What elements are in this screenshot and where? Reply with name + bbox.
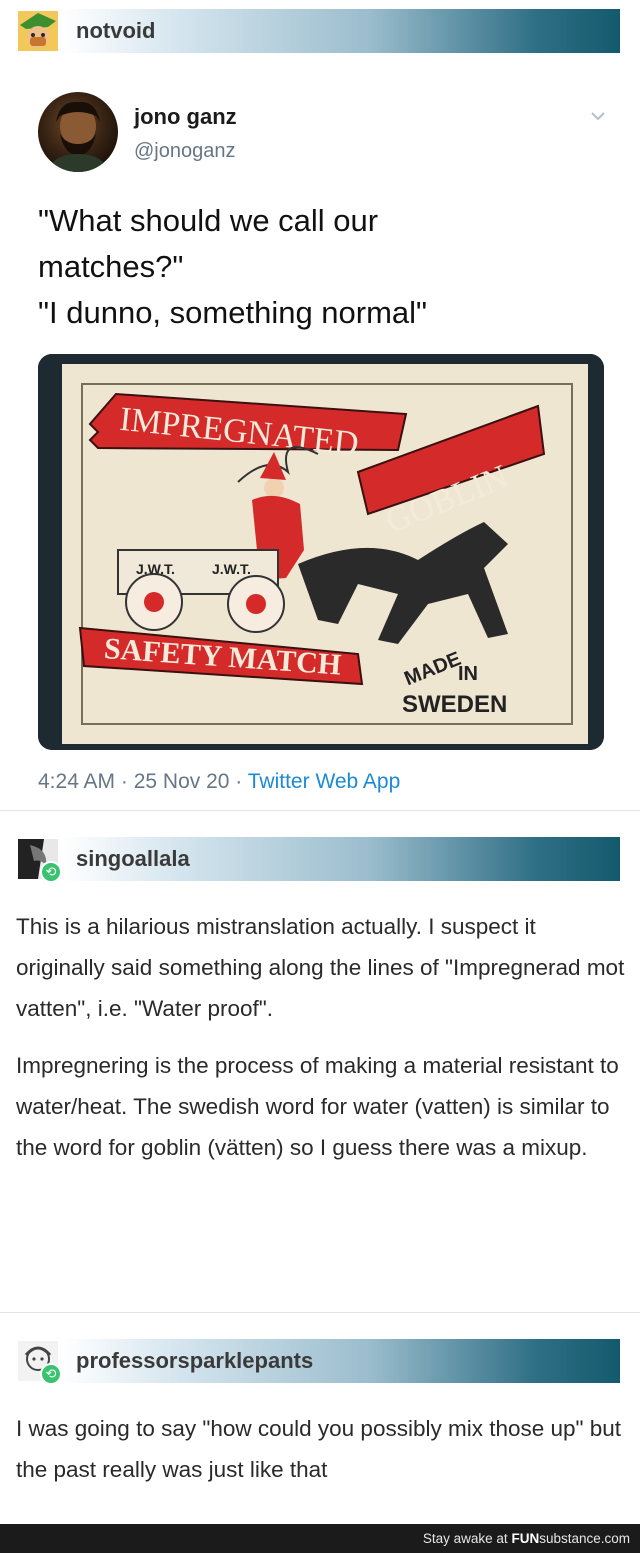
- post-username[interactable]: notvoid: [76, 18, 155, 44]
- reblog-icon: ⟲: [40, 861, 62, 883]
- reblog-body: This is a hilarious mistranslation actua…: [16, 906, 626, 1184]
- label-in: IN: [458, 663, 478, 685]
- meta-separator: ·: [115, 770, 134, 793]
- tweet-meta: 4:24 AM · 25 Nov 20 · Twitter Web App: [38, 770, 400, 794]
- meta-separator: ·: [229, 770, 248, 793]
- tweet-text-line: matches?": [38, 249, 184, 284]
- avatar[interactable]: [18, 11, 58, 51]
- tweet-source-app[interactable]: Twitter Web App: [248, 770, 401, 793]
- footer-brand: substance.com: [539, 1531, 630, 1546]
- portrait-avatar-icon: [48, 101, 108, 172]
- footer-prefix: Stay awake at: [422, 1531, 512, 1546]
- footer-watermark: Stay awake at FUNsubstance.com: [0, 1524, 640, 1553]
- reblog-paragraph: I was going to say "how could you possib…: [16, 1416, 622, 1482]
- divider: [0, 810, 640, 811]
- label-sweden: SWEDEN: [402, 691, 507, 718]
- matchbox-label-illustration: IMPREGNATED GOBLIN J.W.T. J.W.T. SAFETY …: [38, 354, 604, 750]
- cart-label-2: J.W.T.: [212, 561, 251, 577]
- chevron-down-icon[interactable]: [588, 106, 608, 126]
- tweet-author-name[interactable]: jono ganz: [134, 104, 237, 130]
- tweet-text-line: "What should we call our: [38, 203, 379, 238]
- tweet-text: "What should we call our matches?" "I du…: [38, 198, 598, 336]
- reblog-paragraph: This is a hilarious mistranslation actua…: [16, 914, 625, 1021]
- reblog-body: I was going to say "how could you possib…: [16, 1408, 626, 1506]
- post-header: notvoid: [18, 9, 620, 53]
- footer-brand-bold: FUN: [511, 1531, 540, 1546]
- reblog-username[interactable]: singoallala: [76, 846, 190, 872]
- reblog-icon: ⟲: [40, 1363, 62, 1385]
- tweet-image-matchbox-label[interactable]: IMPREGNATED GOBLIN J.W.T. J.W.T. SAFETY …: [38, 354, 604, 750]
- tweet-time[interactable]: 4:24 AM: [38, 770, 115, 793]
- tweet-text-line: "I dunno, something normal": [38, 295, 428, 330]
- tweet-author-handle[interactable]: @jonoganz: [134, 140, 235, 163]
- reblog-paragraph: Impregnering is the process of making a …: [16, 1053, 619, 1160]
- tweet-date[interactable]: 25 Nov 20: [134, 770, 230, 793]
- reblog-header: ⟲ professorsparklepants: [18, 1339, 620, 1385]
- divider: [0, 1312, 640, 1313]
- reblog-username[interactable]: professorsparklepants: [76, 1348, 313, 1374]
- green-hat-character-avatar-icon: [18, 11, 58, 51]
- reblog-header: ⟲ singoallala: [18, 837, 620, 883]
- tweet-avatar[interactable]: [38, 92, 118, 172]
